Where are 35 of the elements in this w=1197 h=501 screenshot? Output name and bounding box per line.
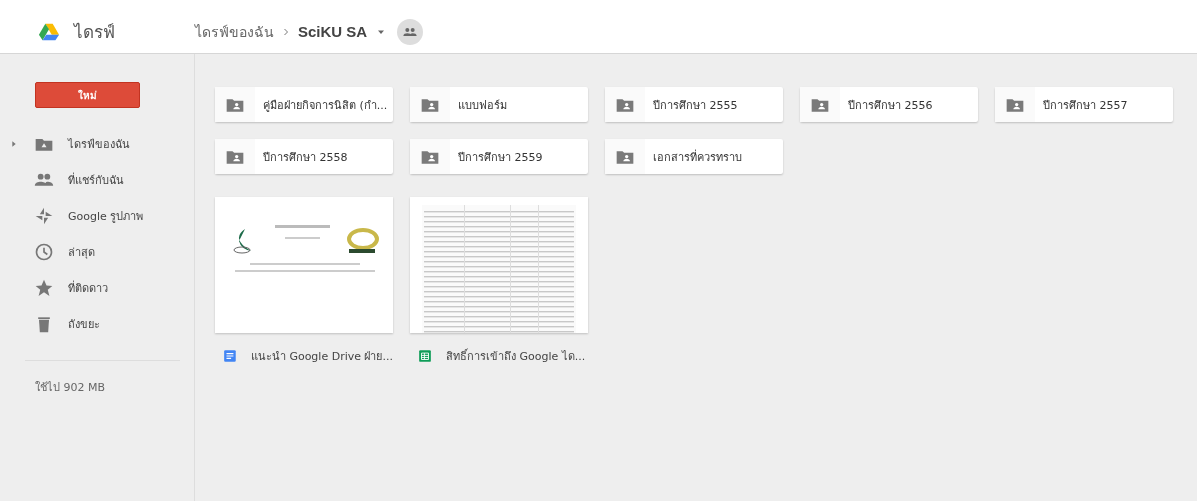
sidebar-item[interactable]: ที่ติดดาว [0, 270, 194, 306]
app-title: ไดรฟ์ [74, 21, 115, 44]
storage-usage: ใช้ไป 902 MB [35, 380, 107, 396]
folder-name: แบบฟอร์ม [458, 97, 507, 114]
new-button[interactable]: ใหม่ [35, 82, 140, 108]
folder-name: ปีการศึกษา 2558 [263, 149, 348, 166]
spreadsheet-icon [418, 349, 432, 363]
sidebar-item[interactable]: ที่แชร์กับฉัน [0, 162, 194, 198]
folder-card[interactable]: ปีการศึกษา 2557 [995, 87, 1173, 122]
folder-card[interactable]: คู่มือฝ่ายกิจการนิสิต (กำ... [215, 87, 393, 122]
folder-card[interactable]: เอกสารที่ควรทราบ [605, 139, 783, 174]
file-name[interactable]: แนะนำ Google Drive ฝ่าย... [250, 347, 393, 365]
folder-name: คู่มือฝ่ายกิจการนิสิต (กำ... [263, 97, 388, 114]
folder-name: ปีการศึกษา 2557 [1043, 97, 1128, 114]
folder-name: ปีการศึกษา 2559 [458, 149, 543, 166]
breadcrumb-item[interactable]: ไดรฟ์ของฉัน [195, 20, 274, 43]
folder-card[interactable]: ปีการศึกษา 2558 [215, 139, 393, 174]
folder-card[interactable]: ปีการศึกษา 2559 [410, 139, 588, 174]
star-icon [34, 278, 54, 298]
file-name[interactable]: สิทธิ์การเข้าถึง Google ได... [446, 347, 586, 365]
clock-icon [34, 242, 54, 262]
folder-card[interactable]: ปีการศึกษา 2556 [800, 87, 978, 122]
document-icon [223, 349, 237, 363]
folder-card[interactable]: ปีการศึกษา 2555 [605, 87, 783, 122]
folder-card[interactable]: แบบฟอร์ม [410, 87, 588, 122]
sidebar-item[interactable]: ไดรฟ์ของฉัน [0, 126, 194, 162]
breadcrumb-item[interactable]: SciKU SA [298, 23, 368, 40]
folder-name: ปีการศึกษา 2556 [848, 97, 933, 114]
sidebar-item[interactable]: Google รูปภาพ [0, 198, 194, 234]
sidebar-item[interactable]: ล่าสุด [0, 234, 194, 270]
sidebar-item[interactable]: ถังขยะ [0, 306, 194, 342]
pinwheel-icon [34, 206, 54, 226]
shared-folder-badge[interactable] [397, 18, 424, 45]
folder-name: เอกสารที่ควรทราบ [653, 148, 742, 166]
folder-name: ปีการศึกษา 2555 [653, 97, 738, 114]
